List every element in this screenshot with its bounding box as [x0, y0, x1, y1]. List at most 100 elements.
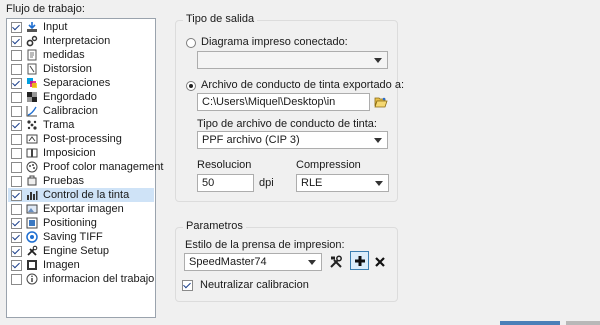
file-type-dropdown[interactable]: PPF archivo (CIP 3)	[197, 131, 388, 149]
workflow-item-checkbox[interactable]	[11, 35, 22, 47]
workflow-item[interactable]: Imposicion	[8, 146, 154, 160]
workflow-item-label: medidas	[43, 49, 85, 61]
workflow-item[interactable]: Trama	[8, 118, 154, 132]
curve-icon	[26, 105, 38, 117]
workflow-item-checkbox[interactable]	[11, 91, 22, 103]
page-icon	[26, 49, 38, 61]
workflow-item-checkbox[interactable]	[11, 231, 22, 243]
book-icon	[26, 147, 38, 159]
dialog-button-edge[interactable]	[566, 321, 600, 325]
radio-exported[interactable]	[186, 81, 196, 91]
workflow-item-checkbox[interactable]	[11, 203, 22, 215]
workflow-item[interactable]: Imagen	[8, 258, 154, 272]
workflow-item-label: Pruebas	[43, 175, 84, 187]
workflow-item-label: Distorsion	[43, 63, 92, 75]
workflow-item-label: Proof color management	[43, 161, 164, 173]
positioning-icon	[26, 217, 38, 229]
workflow-title: Flujo de trabajo:	[6, 3, 85, 15]
screen-icon	[26, 119, 38, 131]
add-press-button[interactable]	[350, 251, 369, 270]
chevron-down-icon	[374, 58, 382, 63]
press-style-label: Estilo de la prensa de impresion:	[185, 239, 345, 251]
parameters-title: Parametros	[183, 220, 246, 232]
radio-connected-label: Diagrama impreso conectado:	[201, 36, 348, 48]
chevron-down-icon	[374, 138, 382, 143]
workflow-item-checkbox[interactable]	[11, 105, 22, 117]
edit-press-button[interactable]	[328, 254, 344, 270]
export-path-input[interactable]: C:\Users\Miquel\Desktop\in	[197, 93, 370, 111]
workflow-item[interactable]: Control de la tinta	[8, 188, 154, 202]
workflow-item-label: Post-processing	[43, 133, 122, 145]
workflow-item[interactable]: Interpretacion	[8, 34, 154, 48]
workflow-item[interactable]: Distorsion	[8, 62, 154, 76]
workflow-item[interactable]: Proof color management	[8, 160, 163, 174]
resolution-unit: dpi	[259, 177, 274, 189]
neutralize-checkbox[interactable]	[182, 280, 193, 291]
workflow-item-checkbox[interactable]	[11, 217, 22, 229]
separations-icon	[26, 77, 38, 89]
workflow-item-checkbox[interactable]	[11, 147, 22, 159]
delete-press-button[interactable]	[372, 254, 388, 270]
workflow-item[interactable]: informacion del trabajo	[8, 272, 154, 286]
output-type-title: Tipo de salida	[183, 13, 258, 25]
workflow-item-checkbox[interactable]	[11, 259, 22, 271]
ink-control-icon	[26, 189, 38, 201]
workflow-item-label: Engordado	[43, 91, 97, 103]
press-style-value: SpeedMaster74	[189, 256, 267, 268]
folder-open-icon	[374, 97, 388, 108]
workflow-item[interactable]: Engordado	[8, 90, 154, 104]
neutralize-label: Neutralizar calibracion	[200, 279, 309, 291]
workflow-item-checkbox[interactable]	[11, 21, 22, 33]
workflow-item[interactable]: medidas	[8, 48, 154, 62]
proof-icon	[26, 175, 38, 187]
workflow-list[interactable]: Input Interpretacion medidas Distorsion Sepa…	[6, 18, 163, 318]
gears-icon	[26, 35, 38, 47]
image-icon	[26, 259, 38, 271]
resolution-label: Resolucion	[197, 159, 252, 171]
workflow-item-label: Positioning	[43, 217, 97, 229]
workflow-item[interactable]: Engine Setup	[8, 244, 154, 258]
workflow-item-checkbox[interactable]	[11, 161, 22, 173]
workflow-item-label: Engine Setup	[43, 245, 110, 257]
radio-connected[interactable]	[186, 38, 196, 48]
post-processing-icon	[26, 133, 38, 145]
workflow-item-checkbox[interactable]	[11, 245, 22, 257]
workflow-item-checkbox[interactable]	[11, 119, 22, 131]
export-image-icon	[26, 203, 38, 215]
workflow-item[interactable]: Saving TIFF	[8, 230, 154, 244]
workflow-item-label: Interpretacion	[43, 35, 111, 47]
dot-gain-icon	[26, 91, 38, 103]
info-icon	[26, 273, 38, 285]
workflow-item-checkbox[interactable]	[11, 189, 22, 201]
workflow-item-checkbox[interactable]	[11, 175, 22, 187]
press-style-dropdown[interactable]: SpeedMaster74	[184, 253, 322, 271]
compression-dropdown[interactable]: RLE	[296, 174, 389, 192]
radio-exported-label: Archivo de conducto de tinta exportado a…	[201, 79, 405, 91]
tools-icon	[330, 255, 342, 268]
workflow-item[interactable]: Separaciones	[8, 76, 154, 90]
workflow-item[interactable]: Calibracion	[8, 104, 154, 118]
workflow-item-checkbox[interactable]	[11, 49, 22, 61]
resolution-value: 50	[202, 177, 215, 189]
input-icon	[26, 21, 38, 33]
workflow-item-checkbox[interactable]	[11, 133, 22, 145]
workflow-item-label: informacion del trabajo	[43, 273, 155, 285]
compression-value: RLE	[301, 177, 323, 189]
workflow-item-label: Control de la tinta	[43, 189, 130, 201]
workflow-item[interactable]: Input	[8, 20, 154, 34]
workflow-item[interactable]: Post-processing	[8, 132, 154, 146]
browse-folder-button[interactable]	[373, 94, 389, 110]
distortion-icon	[26, 63, 38, 75]
dialog-button-edge[interactable]	[500, 321, 560, 325]
workflow-item-checkbox[interactable]	[11, 63, 22, 75]
file-type-label: Tipo de archivo de conducto de tinta:	[197, 118, 377, 130]
engine-setup-icon	[26, 245, 38, 257]
plus-icon	[354, 255, 365, 266]
connected-dropdown[interactable]	[197, 51, 388, 69]
workflow-item[interactable]: Positioning	[8, 216, 154, 230]
workflow-item-checkbox[interactable]	[11, 273, 22, 285]
resolution-input[interactable]: 50	[197, 174, 254, 192]
workflow-item-checkbox[interactable]	[11, 77, 22, 89]
workflow-item[interactable]: Exportar imagen	[8, 202, 154, 216]
workflow-item[interactable]: Pruebas	[8, 174, 154, 188]
